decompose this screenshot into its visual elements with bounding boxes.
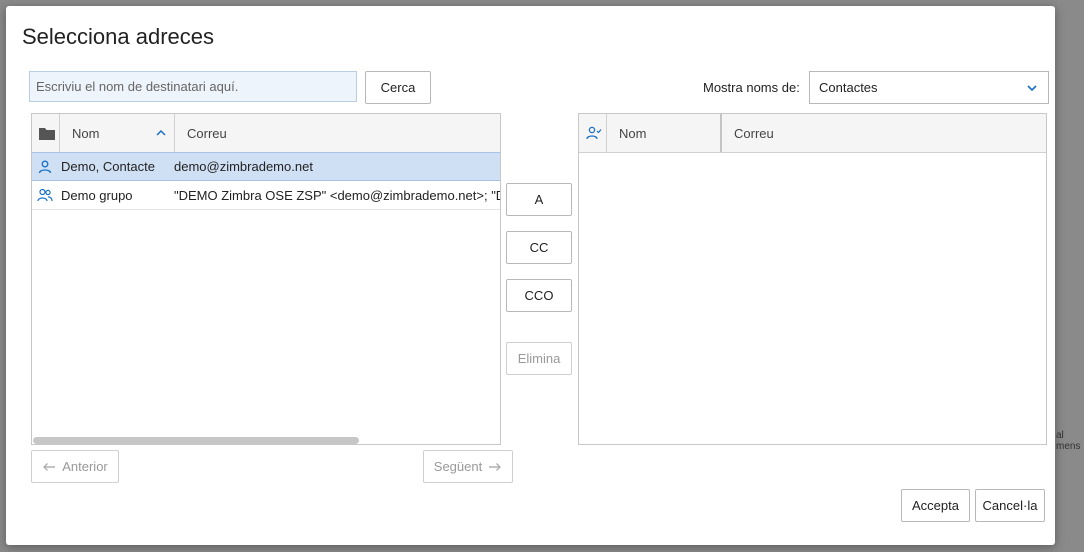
email-column-label: Correu: [187, 125, 227, 141]
chevron-down-icon: [1027, 85, 1037, 92]
contact-row[interactable]: Demo, Contacte demo@zimbrademo.net: [32, 152, 500, 181]
email-column-header[interactable]: Correu: [734, 114, 774, 152]
add-to-button[interactable]: A: [506, 183, 572, 216]
email-column-label: Correu: [734, 125, 774, 141]
source-list-header: Nom Correu: [32, 114, 500, 153]
select-addresses-dialog: Selecciona adreces Cerca Mostra noms de:…: [6, 6, 1055, 545]
horizontal-scrollbar[interactable]: [33, 437, 359, 444]
contact-row[interactable]: Demo grupo "DEMO Zimbra OSE ZSP" <demo@z…: [32, 181, 500, 210]
show-names-value: Contactes: [819, 80, 878, 95]
contact-email: "DEMO Zimbra OSE ZSP" <demo@zimbrademo.n…: [174, 187, 501, 203]
column-separator[interactable]: [720, 114, 722, 152]
column-separator: [606, 114, 607, 152]
folder-column-header[interactable]: [39, 114, 57, 152]
folder-icon: [39, 127, 55, 140]
recipient-type-column-header[interactable]: [586, 114, 604, 152]
column-separator: [174, 114, 175, 152]
sort-ascending-icon[interactable]: [156, 129, 166, 137]
dialog-title: Selecciona adreces: [22, 24, 215, 49]
add-bcc-button[interactable]: CCO: [506, 279, 572, 312]
next-page-label: Següent: [433, 459, 483, 474]
contact-name: Demo grupo: [61, 187, 133, 203]
show-names-select[interactable]: Contactes: [809, 71, 1049, 104]
contact-name: Demo, Contacte: [61, 159, 155, 174]
source-contacts-list: Nom Correu Demo, Contacte demo@zimbradem…: [31, 113, 501, 445]
email-column-header[interactable]: Correu: [187, 114, 227, 152]
column-separator: [59, 114, 60, 152]
recipient-search-input[interactable]: [29, 71, 357, 102]
person-icon: [38, 160, 52, 174]
group-icon: [37, 188, 53, 202]
target-list-header: Nom Correu: [579, 114, 1046, 153]
name-column-label: Nom: [72, 125, 100, 141]
selected-recipients-list: Nom Correu: [578, 113, 1047, 445]
cancel-button[interactable]: Cancel·la: [975, 489, 1045, 522]
arrow-right-icon: [489, 462, 502, 471]
add-cc-button[interactable]: CC: [506, 231, 572, 264]
previous-page-label: Anterior: [62, 459, 108, 474]
previous-page-button[interactable]: Anterior: [31, 450, 119, 483]
name-column-header[interactable]: Nom: [72, 114, 99, 152]
name-column-header[interactable]: Nom: [619, 114, 646, 152]
background-text-fragment: al mens: [1056, 430, 1081, 452]
accept-button[interactable]: Accepta: [901, 489, 970, 522]
person-check-icon: [586, 126, 602, 140]
remove-button[interactable]: Elimina: [506, 342, 572, 375]
name-column-label: Nom: [619, 125, 647, 141]
show-names-label: Mostra noms de:: [703, 80, 800, 95]
contact-email: demo@zimbrademo.net: [174, 159, 313, 174]
search-button[interactable]: Cerca: [365, 71, 431, 104]
arrow-left-icon: [43, 462, 56, 471]
next-page-button[interactable]: Següent: [423, 450, 513, 483]
